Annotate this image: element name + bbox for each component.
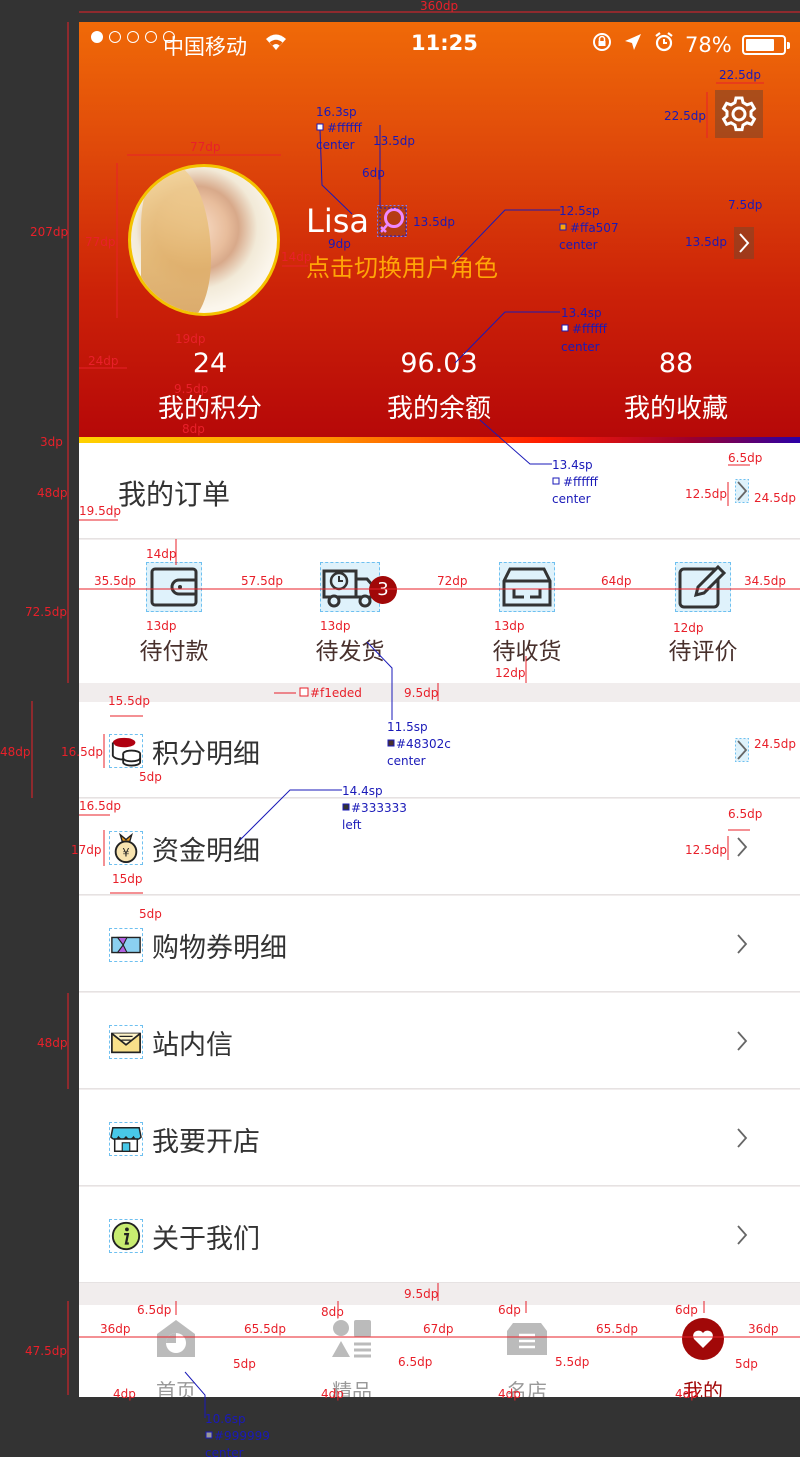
chevron-right-icon xyxy=(737,1031,748,1051)
stat-points[interactable]: 24 我的积分 xyxy=(110,348,310,425)
stat-favorites-value: 88 xyxy=(658,348,694,379)
order-pending-review-label: 待评价 xyxy=(668,639,738,665)
settings-button[interactable] xyxy=(715,90,763,138)
avatar-photo xyxy=(141,167,211,313)
dim-label: 72.5dp xyxy=(25,605,67,619)
carrier-label: 中国移动 xyxy=(163,35,247,59)
battery-label: 78% xyxy=(685,32,732,57)
menu-about-us[interactable]: 关于我们 xyxy=(79,1187,800,1283)
dim-label: 47.5dp xyxy=(25,1344,67,1358)
chevron-right-icon xyxy=(735,738,749,762)
menu-open-shop-label: 我要开店 xyxy=(152,1127,260,1158)
battery-icon xyxy=(741,34,790,55)
wifi-icon xyxy=(264,32,288,57)
menu-funds-detail-label: 资金明细 xyxy=(152,836,260,867)
menu-points-detail-label: 积分明细 xyxy=(152,739,260,770)
status-right: 78% xyxy=(591,31,790,58)
order-pending-shipment-label: 待发货 xyxy=(315,639,385,665)
stat-balance-value: 96.03 xyxy=(400,348,478,379)
location-icon xyxy=(623,32,643,57)
phone-screen: 中国移动 11:25 78% Lisa 点击切换用户角色 24 我的积分 96.… xyxy=(79,22,800,1397)
status-bar: 中国移动 11:25 78% xyxy=(79,22,800,66)
clock-label: 11:25 xyxy=(411,31,478,55)
coupon-icon xyxy=(109,928,143,962)
alarm-icon xyxy=(653,31,675,58)
profile-arrow[interactable] xyxy=(734,227,754,259)
box-icon xyxy=(499,562,555,612)
edit-icon xyxy=(675,562,731,612)
dim-label: 360dp xyxy=(420,0,458,13)
wallet-icon xyxy=(146,562,202,612)
menu-coupon-detail-label: 购物券明细 xyxy=(152,933,287,964)
menu-open-shop[interactable]: 我要开店 xyxy=(79,1090,800,1186)
chevron-right-icon xyxy=(739,233,750,253)
info-icon xyxy=(109,1219,143,1253)
home-icon xyxy=(157,1320,195,1357)
menu-funds-detail[interactable]: ¥ 资金明细 xyxy=(79,799,800,895)
chevron-right-icon xyxy=(737,934,748,954)
stat-balance-label: 我的余额 xyxy=(386,394,491,424)
tab-famous-stores[interactable]: 名店 xyxy=(467,1305,587,1397)
gear-icon xyxy=(721,96,757,132)
heart-icon xyxy=(682,1318,724,1360)
store-icon xyxy=(507,1323,547,1355)
female-icon xyxy=(377,205,407,237)
bottom-tab-bar: 首页 精品 名店 我的 xyxy=(79,1305,800,1397)
dim-label: 48dp xyxy=(37,1036,68,1050)
tab-mine[interactable]: 我的 xyxy=(643,1305,763,1397)
order-pending-payment[interactable]: 待付款 xyxy=(99,562,249,666)
order-pending-receipt[interactable]: 待收货 xyxy=(452,562,602,666)
menu-about-us-label: 关于我们 xyxy=(152,1224,260,1255)
profile-header: 中国移动 11:25 78% Lisa 点击切换用户角色 24 我的积分 96.… xyxy=(79,22,800,437)
note-size: 10.6sp xyxy=(205,1412,246,1426)
tab-home[interactable]: 首页 xyxy=(116,1305,236,1397)
stat-favorites-label: 我的收藏 xyxy=(623,394,728,424)
avatar[interactable] xyxy=(128,164,280,316)
dim-label: 48dp xyxy=(0,745,31,759)
stat-favorites[interactable]: 88 我的收藏 xyxy=(576,348,776,425)
note-color: #999999 xyxy=(214,1429,270,1443)
stat-balance[interactable]: 96.03 我的余额 xyxy=(339,348,539,425)
switch-role-link[interactable]: 点击切换用户角色 xyxy=(306,248,498,283)
order-count-badge: 3 xyxy=(369,576,397,604)
battery-fill xyxy=(745,38,774,51)
dim-label: 3dp xyxy=(40,435,63,449)
tab-mine-label: 我的 xyxy=(683,1379,723,1397)
order-pending-receipt-label: 待收货 xyxy=(492,639,562,665)
order-pending-shipment[interactable]: 待发货 xyxy=(275,562,425,666)
note-align: center xyxy=(205,1446,244,1457)
order-pending-review[interactable]: 待评价 xyxy=(628,562,778,666)
menu-messages[interactable]: 站内信 xyxy=(79,993,800,1089)
tab-home-label: 首页 xyxy=(156,1379,196,1397)
my-orders-title: 我的订单 xyxy=(118,478,231,511)
chevron-right-icon xyxy=(737,837,748,857)
my-orders-row[interactable]: 我的订单 xyxy=(79,443,800,539)
shop-icon xyxy=(109,1122,143,1156)
menu-messages-label: 站内信 xyxy=(152,1030,233,1061)
svg-text:¥: ¥ xyxy=(122,846,129,859)
money-bag-icon: ¥ xyxy=(109,831,143,865)
tab-featured-label: 精品 xyxy=(332,1379,372,1397)
menu-points-detail[interactable]: 积分明细 xyxy=(79,702,800,798)
order-status-grid: 待付款 待发货 3 待收货 待评价 xyxy=(79,540,800,683)
stat-points-value: 24 xyxy=(192,348,228,379)
order-pending-payment-label: 待付款 xyxy=(139,639,209,665)
tab-famous-stores-label: 名店 xyxy=(507,1379,547,1397)
spec-sheet: 中国移动 11:25 78% Lisa 点击切换用户角色 24 我的积分 96.… xyxy=(0,0,800,1457)
chevron-right-icon xyxy=(737,1225,748,1245)
stat-points-label: 我的积分 xyxy=(157,394,262,424)
menu-coupon-detail[interactable]: 购物券明细 xyxy=(79,896,800,992)
coins-icon xyxy=(109,734,143,768)
tab-featured[interactable]: 精品 xyxy=(292,1305,412,1397)
chevron-right-icon xyxy=(737,1128,748,1148)
user-name: Lisa xyxy=(306,202,369,240)
rotation-lock-icon xyxy=(591,31,613,58)
dim-label: 48dp xyxy=(37,486,68,500)
chevron-right-icon xyxy=(735,479,749,503)
mail-icon xyxy=(109,1025,143,1059)
dim-label: 207dp xyxy=(30,225,68,239)
category-icon xyxy=(332,1320,371,1358)
